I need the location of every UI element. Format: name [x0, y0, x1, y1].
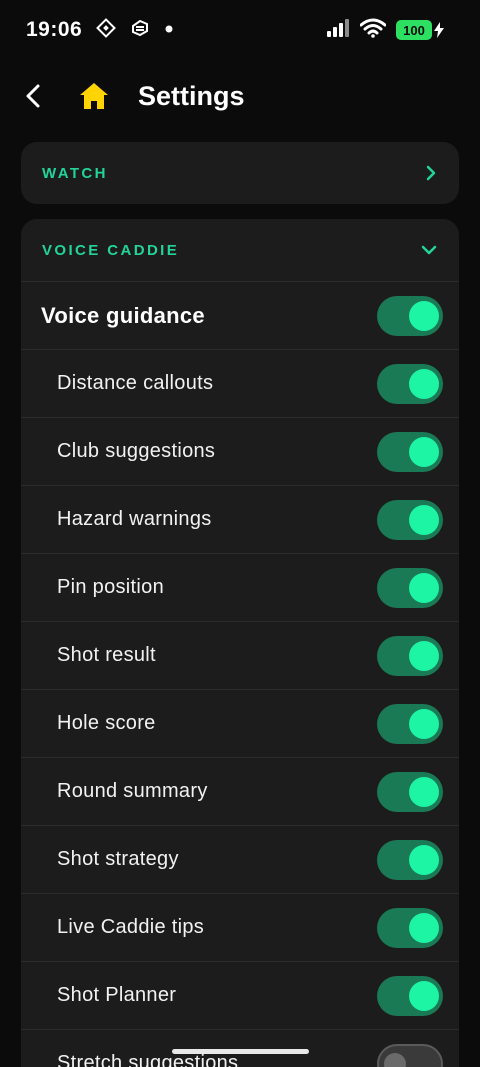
round-summary-toggle[interactable] — [377, 771, 443, 812]
signal-icon — [326, 18, 350, 43]
setting-label: Shot result — [57, 644, 156, 666]
setting-label: Club suggestions — [57, 440, 216, 462]
watch-section[interactable]: WATCH — [21, 142, 459, 204]
home-button[interactable] — [72, 74, 116, 118]
hole-score-toggle[interactable] — [377, 703, 443, 744]
setting-row-hazard-warnings: Hazard warnings — [21, 485, 459, 553]
setting-row-pin-position: Pin position — [21, 553, 459, 621]
voice-caddie-section: VOICE CADDIE Voice guidance Distance cal… — [21, 219, 459, 1067]
setting-row-live-caddie-tips: Live Caddie tips — [21, 893, 459, 961]
voice-guidance-label: Voice guidance — [41, 302, 205, 328]
distance-callouts-toggle[interactable] — [377, 363, 443, 404]
setting-label: Shot strategy — [57, 848, 179, 870]
status-right: 100 — [326, 18, 444, 43]
notification-icon-1 — [96, 17, 117, 43]
dot-icon — [164, 21, 174, 39]
pin-position-toggle[interactable] — [377, 567, 443, 608]
app-header: Settings — [0, 62, 480, 130]
setting-row-distance-callouts: Distance callouts — [21, 349, 459, 417]
setting-row-stretch-suggestions: Stretch suggestions — [21, 1029, 459, 1067]
battery-icon: 100 — [396, 20, 444, 40]
home-indicator[interactable] — [172, 1049, 309, 1054]
status-bar: 19:06 100 — [0, 0, 480, 60]
settings-screen: 19:06 100 Settings WATCH VOICE CADDIE Vo… — [0, 0, 480, 1067]
battery-level: 100 — [396, 20, 432, 40]
setting-row-club-suggestions: Club suggestions — [21, 417, 459, 485]
watch-section-header[interactable]: WATCH — [21, 142, 459, 204]
voice-guidance-row: Voice guidance — [21, 281, 459, 349]
setting-label: Stretch suggestions — [57, 1052, 239, 1067]
status-time: 19:06 — [26, 18, 83, 41]
voice-caddie-section-header[interactable]: VOICE CADDIE — [21, 219, 459, 281]
setting-label: Round summary — [57, 780, 208, 802]
back-button[interactable] — [8, 71, 58, 121]
home-icon — [80, 83, 108, 109]
setting-label: Hole score — [57, 712, 156, 734]
setting-row-round-summary: Round summary — [21, 757, 459, 825]
setting-row-hole-score: Hole score — [21, 689, 459, 757]
shot-planner-toggle[interactable] — [377, 975, 443, 1016]
voice-caddie-section-title: VOICE CADDIE — [42, 241, 180, 259]
setting-row-shot-result: Shot result — [21, 621, 459, 689]
setting-label: Pin position — [57, 576, 164, 598]
shot-result-toggle[interactable] — [377, 635, 443, 676]
voice-guidance-toggle[interactable] — [377, 295, 443, 336]
watch-section-title: WATCH — [42, 164, 108, 182]
status-left: 19:06 — [26, 17, 174, 43]
chevron-down-icon — [421, 245, 437, 255]
notification-icon-2 — [130, 18, 150, 43]
live-caddie-tips-toggle[interactable] — [377, 907, 443, 948]
setting-row-shot-strategy: Shot strategy — [21, 825, 459, 893]
stretch-suggestions-toggle[interactable] — [377, 1043, 443, 1067]
charging-icon — [434, 22, 444, 38]
setting-row-shot-planner: Shot Planner — [21, 961, 459, 1029]
hazard-warnings-toggle[interactable] — [377, 499, 443, 540]
wifi-icon — [359, 18, 387, 43]
setting-label: Distance callouts — [57, 372, 214, 394]
shot-strategy-toggle[interactable] — [377, 839, 443, 880]
page-title: Settings — [138, 80, 245, 111]
club-suggestions-toggle[interactable] — [377, 431, 443, 472]
chevron-right-icon — [426, 165, 436, 181]
setting-label: Live Caddie tips — [57, 916, 205, 938]
setting-label: Shot Planner — [57, 984, 177, 1006]
setting-label: Hazard warnings — [57, 508, 212, 530]
chevron-left-icon — [26, 84, 40, 108]
